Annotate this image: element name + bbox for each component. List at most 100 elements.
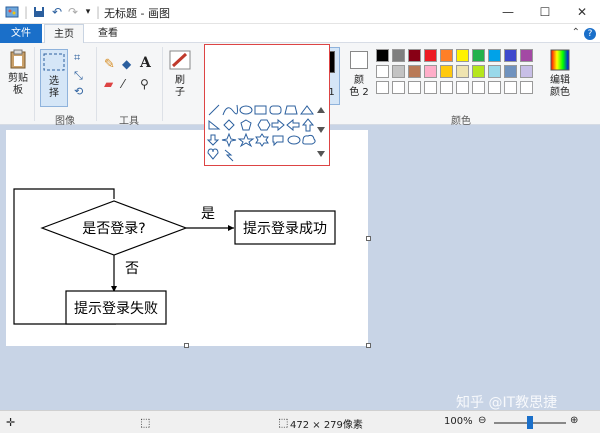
color-swatch[interactable]	[520, 65, 533, 78]
color-swatch[interactable]	[424, 65, 437, 78]
shape-6-star-icon[interactable]	[255, 133, 269, 147]
zoom-out-button[interactable]: ⊖	[478, 415, 486, 426]
shape-left-arrow-icon[interactable]	[286, 118, 300, 132]
shape-hexagon-icon[interactable]	[257, 119, 271, 131]
color-swatch[interactable]	[376, 65, 389, 78]
maximize-button[interactable]: ☐	[527, 0, 563, 24]
crop-icon[interactable]: ⌗	[74, 51, 80, 65]
color-swatch[interactable]	[504, 65, 517, 78]
shape-rounded-rect-icon[interactable]	[269, 105, 282, 115]
shape-polygon-icon[interactable]	[284, 105, 298, 115]
shape-pentagon-icon[interactable]	[240, 119, 252, 131]
color-swatch[interactable]	[440, 49, 453, 62]
canvas-area: 是否登录? 是 否 提示登录成功 提示登录失败	[0, 125, 600, 410]
resize-handle-corner[interactable]	[366, 343, 371, 348]
select-button[interactable]: 选 择	[40, 49, 68, 107]
color-swatch[interactable]	[424, 81, 437, 94]
tab-home[interactable]: 主页	[44, 24, 84, 44]
tab-view[interactable]: 查看	[88, 24, 128, 43]
resize-handle-right[interactable]	[366, 236, 371, 241]
undo-icon[interactable]: ↶	[50, 4, 64, 20]
shape-curve-icon[interactable]	[222, 104, 238, 116]
yes-arrowhead	[228, 225, 234, 231]
color-swatch[interactable]	[392, 81, 405, 94]
brush-label-line1: 刷	[175, 75, 185, 86]
color-swatch[interactable]	[376, 81, 389, 94]
shape-line-icon[interactable]	[208, 104, 220, 116]
zoom-level: 100%	[444, 416, 473, 427]
color2-button[interactable]: 颜 色 2	[344, 49, 374, 99]
cursor-position-icon: ✛	[6, 416, 16, 429]
color-swatch[interactable]	[456, 49, 469, 62]
shape-lightning-icon[interactable]	[224, 149, 234, 162]
resize-handle-bottom[interactable]	[184, 343, 189, 348]
color-swatch[interactable]	[456, 65, 469, 78]
shape-4-star-icon[interactable]	[221, 132, 237, 148]
shape-5-star-icon[interactable]	[237, 132, 255, 148]
close-button[interactable]: ✕	[564, 0, 600, 24]
shape-diamond-icon[interactable]	[223, 119, 235, 131]
zoom-slider-track[interactable]	[494, 416, 566, 429]
zoom-slider-thumb[interactable]	[527, 416, 533, 429]
help-icon[interactable]: ?	[584, 28, 596, 40]
redo-icon[interactable]: ↷	[66, 4, 80, 20]
shape-rectangle-icon[interactable]	[254, 105, 267, 115]
shape-oval-icon[interactable]	[239, 105, 253, 115]
color-swatch[interactable]	[424, 49, 437, 62]
shape-heart-icon[interactable]	[207, 148, 219, 160]
color-swatch[interactable]	[520, 81, 533, 94]
window-title: 无标题 - 画图	[104, 7, 170, 20]
fill-icon[interactable]: ◆	[122, 57, 131, 71]
rotate-icon[interactable]: ⟲	[74, 85, 83, 98]
color-picker-icon[interactable]: ⁄	[122, 77, 124, 91]
color-swatch[interactable]	[504, 81, 517, 94]
color-swatch[interactable]	[488, 81, 501, 94]
customize-qa-chevron-icon[interactable]: ▾	[82, 4, 94, 20]
minimize-button[interactable]: —	[490, 0, 526, 24]
shape-right-arrow-icon[interactable]	[271, 118, 285, 132]
shape-oval-callout-icon[interactable]	[287, 135, 301, 145]
title-separator: |	[95, 5, 101, 19]
magnifier-icon[interactable]: ⚲	[140, 77, 149, 91]
color-swatch[interactable]	[488, 65, 501, 78]
color-swatch[interactable]	[440, 81, 453, 94]
color-swatch[interactable]	[440, 65, 453, 78]
shape-cloud-callout-icon[interactable]	[302, 134, 316, 145]
canvas-dimensions: 472 × 279像素	[290, 420, 363, 431]
paste-button[interactable]: 剪贴 板	[4, 49, 32, 97]
color-swatch[interactable]	[488, 49, 501, 62]
zoom-in-button[interactable]: ⊕	[570, 415, 578, 426]
pencil-icon[interactable]: ✎	[104, 57, 115, 72]
color-swatch[interactable]	[376, 49, 389, 62]
color-swatch[interactable]	[456, 81, 469, 94]
eraser-icon[interactable]: ▰	[104, 77, 113, 91]
shape-up-arrow-icon[interactable]	[301, 118, 315, 132]
text-icon[interactable]: A	[140, 55, 151, 71]
color-swatch[interactable]	[408, 49, 421, 62]
gallery-more-icon[interactable]	[317, 151, 325, 157]
shape-rect-callout-icon[interactable]	[272, 135, 284, 147]
color-swatch[interactable]	[408, 81, 421, 94]
shape-down-arrow-icon[interactable]	[206, 134, 220, 146]
tab-file[interactable]: 文件	[0, 24, 42, 43]
color-swatch[interactable]	[472, 49, 485, 62]
edit-colors-button[interactable]: 编辑 颜色	[546, 49, 574, 99]
color-swatch[interactable]	[472, 81, 485, 94]
shape-right-triangle-icon[interactable]	[208, 119, 221, 130]
color-swatch[interactable]	[408, 65, 421, 78]
color-swatch[interactable]	[472, 65, 485, 78]
collapse-ribbon-chevron-icon[interactable]: ⌃	[572, 27, 580, 38]
color-swatch[interactable]	[504, 49, 517, 62]
paint-app-icon[interactable]	[4, 4, 20, 20]
shape-triangle-icon[interactable]	[300, 105, 314, 115]
resize-icon[interactable]: ⤡	[74, 69, 83, 83]
color2-label-line2: 色 2	[349, 87, 369, 98]
gallery-scroll-down-icon[interactable]	[317, 127, 325, 133]
brush-button[interactable]: 刷 子	[166, 49, 194, 99]
color-swatch[interactable]	[392, 65, 405, 78]
save-icon[interactable]	[32, 4, 46, 20]
color-swatch[interactable]	[392, 49, 405, 62]
color2-label-line1: 颜	[354, 75, 364, 86]
gallery-scroll-up-icon[interactable]	[317, 107, 325, 113]
color-swatch[interactable]	[520, 49, 533, 62]
